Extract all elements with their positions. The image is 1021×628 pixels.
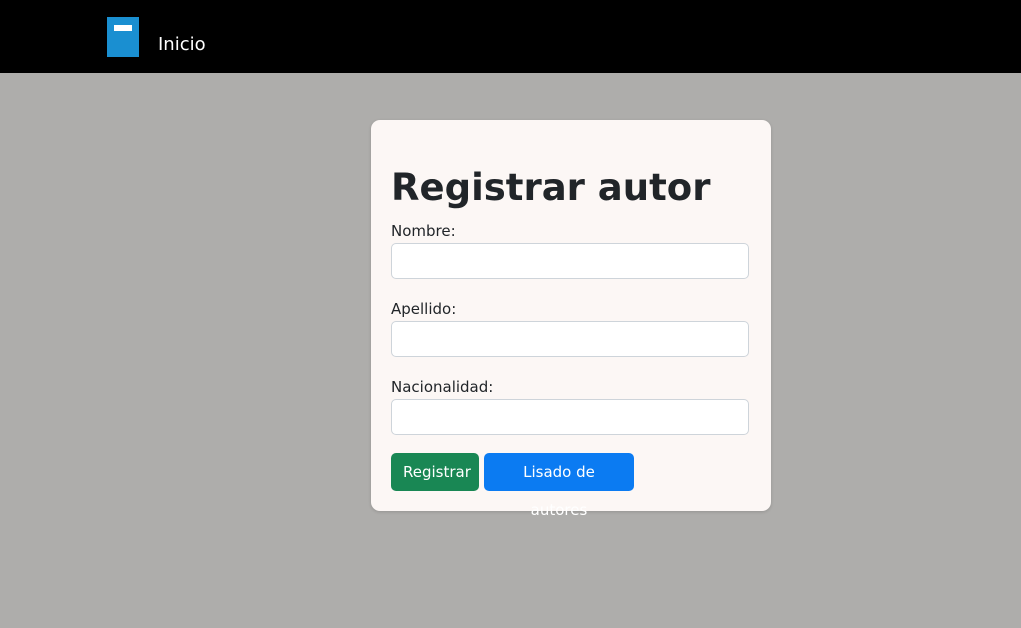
apellido-input[interactable] (391, 321, 749, 357)
nombre-label: Nombre: (391, 222, 456, 240)
book-icon[interactable] (107, 17, 139, 57)
book-icon-label-bar (114, 25, 132, 31)
listado-autores-button[interactable]: Lisado de autores (484, 453, 634, 519)
nacionalidad-label: Nacionalidad: (391, 378, 494, 396)
registrar-button[interactable]: Registrar (391, 453, 479, 491)
nacionalidad-input[interactable] (391, 399, 749, 435)
page-title: Registrar autor (391, 166, 711, 209)
register-author-card: Registrar autor Nombre: Apellido: Nacion… (371, 120, 771, 519)
nombre-input[interactable] (391, 243, 749, 279)
apellido-label: Apellido: (391, 300, 457, 318)
top-navbar: Inicio (0, 0, 1021, 73)
nav-link-inicio[interactable]: Inicio (158, 33, 206, 57)
